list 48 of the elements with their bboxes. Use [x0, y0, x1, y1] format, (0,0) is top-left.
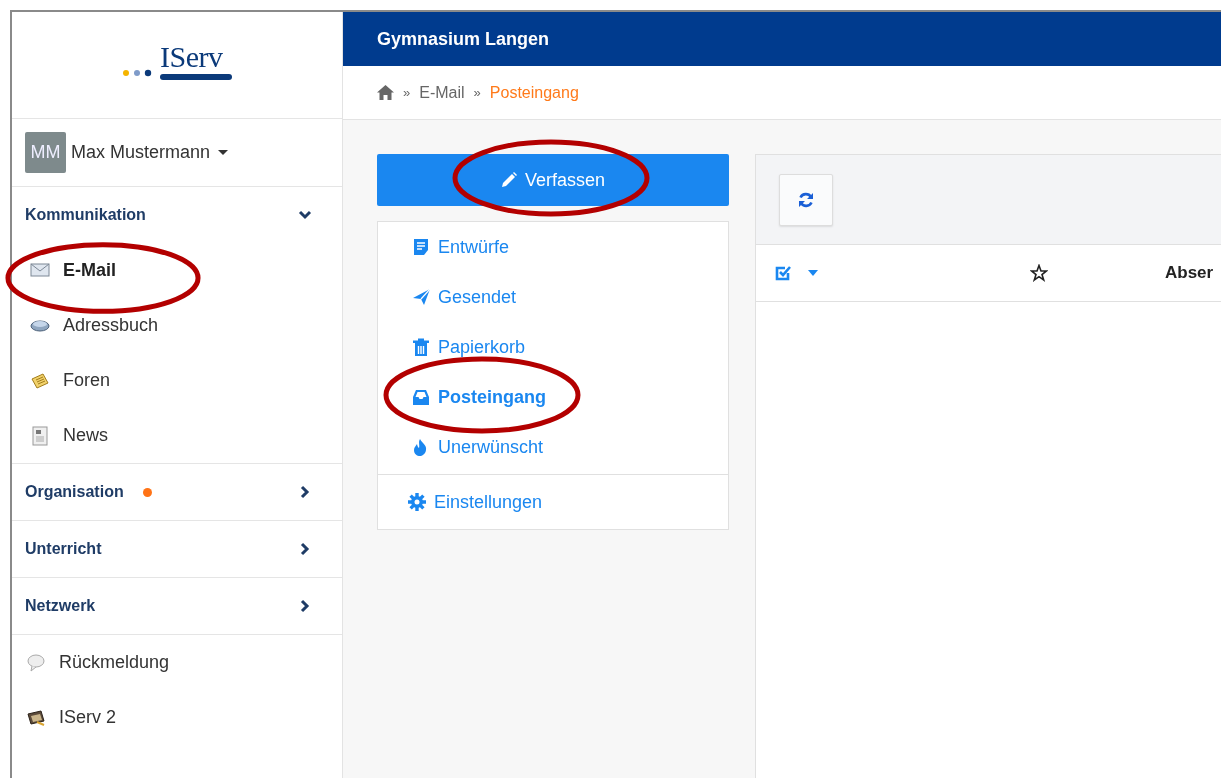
sidebar-item[interactable]: Rückmeldung — [12, 635, 342, 690]
caret-icon — [808, 270, 818, 276]
pencil-icon — [500, 172, 517, 188]
sidebar-item[interactable]: IServ 2 — [12, 690, 342, 745]
folder-item[interactable]: Unerwünscht — [378, 422, 728, 472]
section-title: Unterricht — [25, 540, 102, 558]
speech-bubble-icon — [26, 652, 46, 673]
section-title: Organisation — [25, 483, 124, 501]
sidebar-item[interactable]: E-Mail — [12, 243, 342, 298]
select-all-button[interactable] — [774, 264, 818, 282]
logo-text: IServ — [160, 42, 224, 72]
document-icon — [412, 238, 430, 256]
avatar: MM — [25, 132, 66, 173]
checkbox-icon — [774, 264, 792, 282]
star-icon — [1030, 264, 1048, 282]
monitor-icon — [26, 707, 46, 728]
refresh-button[interactable] — [779, 173, 833, 226]
sidebar-item[interactable]: Foren — [12, 353, 342, 408]
breadcrumb-current: Posteingang — [489, 83, 579, 102]
sidebar-item[interactable]: Adressbuch — [12, 298, 342, 353]
paper-plane-icon — [412, 288, 430, 306]
breadcrumb-separator: » — [473, 85, 481, 100]
breadcrumb-link[interactable]: E-Mail — [419, 83, 465, 102]
user-menu[interactable]: MM Max Mustermann — [12, 119, 342, 187]
section-header[interactable]: Organisation — [12, 464, 342, 520]
refresh-icon — [797, 190, 815, 209]
user-name: Max Mustermann — [71, 142, 211, 163]
sidebar-item[interactable]: News — [12, 408, 342, 463]
section-header[interactable]: Kommunikation — [12, 187, 342, 243]
compose-button[interactable]: Verfassen — [377, 154, 729, 206]
folder-item[interactable]: Gesendet — [378, 272, 728, 322]
trash-icon — [412, 338, 430, 356]
folder-item[interactable]: Papierkorb — [378, 322, 728, 372]
inbox-icon — [412, 388, 430, 406]
section-header[interactable]: Netzwerk — [12, 578, 342, 634]
newspaper-icon — [30, 425, 50, 446]
home-icon — [377, 85, 394, 100]
column-header[interactable]: Abser — [1165, 263, 1214, 283]
breadcrumb-separator: » — [403, 85, 411, 100]
settings-icon — [408, 493, 426, 511]
section-header[interactable]: Unterricht — [12, 521, 342, 577]
settings-link[interactable]: Einstellungen — [378, 475, 728, 529]
section-title: Kommunikation — [25, 206, 146, 224]
school-name: Gymnasium Langen — [377, 28, 550, 50]
section-title: Netzwerk — [25, 597, 96, 615]
folder-item[interactable]: Entwürfe — [378, 222, 728, 272]
caret-icon — [218, 150, 229, 155]
folder-item[interactable]: Posteingang — [378, 372, 728, 422]
